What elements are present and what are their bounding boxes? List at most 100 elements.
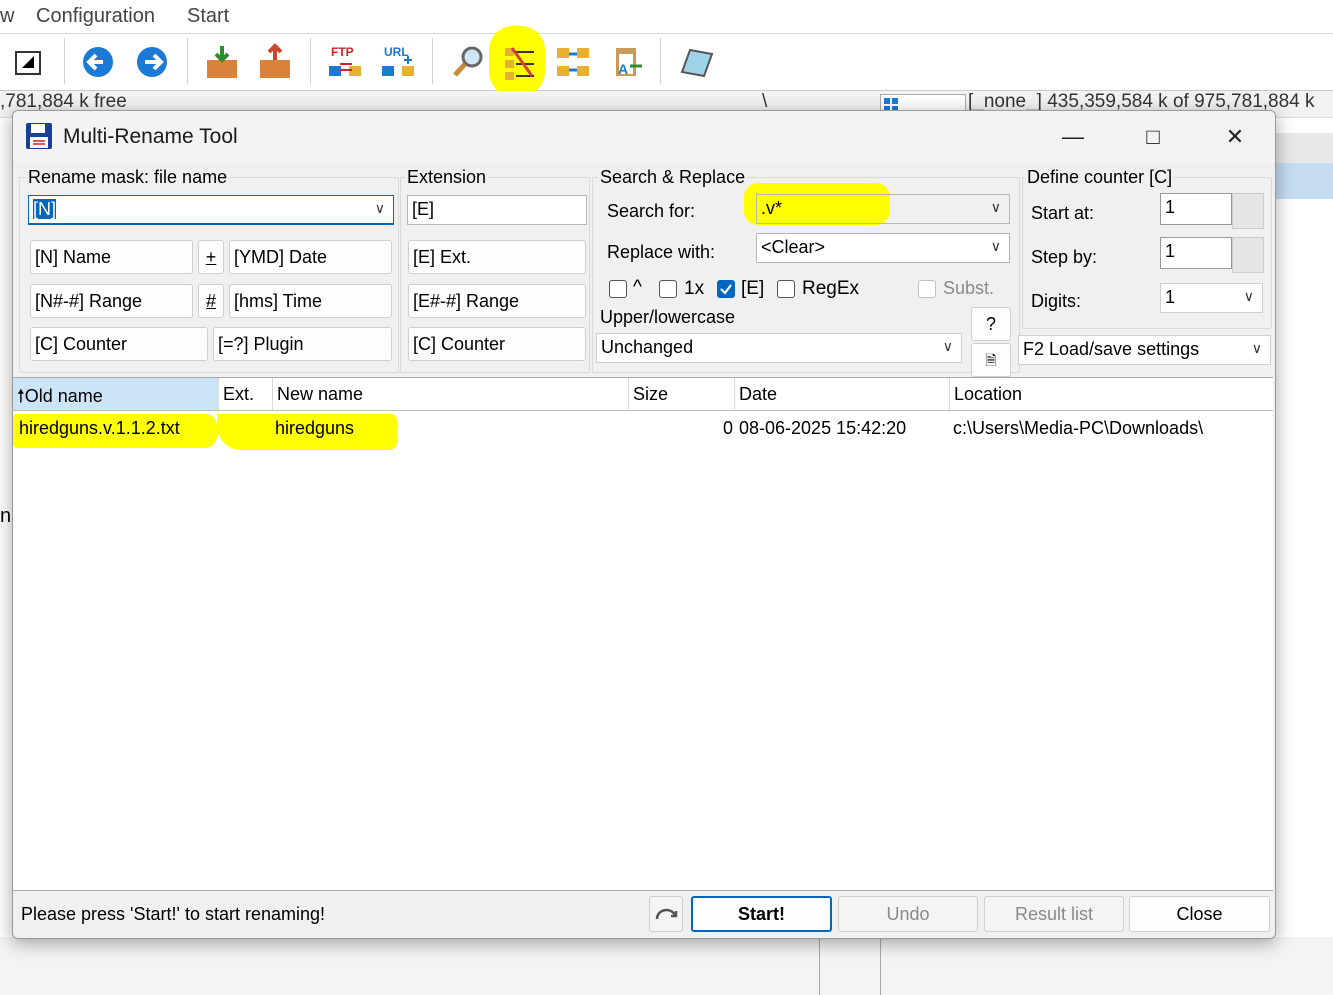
- back-icon[interactable]: [78, 42, 118, 82]
- chevron-down-icon[interactable]: ∨: [943, 338, 953, 355]
- checkmark-icon: [720, 284, 732, 295]
- chevron-down-icon[interactable]: ∨: [375, 200, 385, 217]
- forward-icon[interactable]: [132, 42, 172, 82]
- redo-icon: [655, 908, 678, 920]
- row-size: 0: [723, 418, 734, 438]
- menu-configuration[interactable]: Configuration: [36, 5, 155, 28]
- option-ext-checkbox[interactable]: [717, 280, 735, 298]
- notepad-icon[interactable]: [676, 42, 716, 82]
- multi-rename-icon[interactable]: [500, 42, 540, 82]
- step-by-input[interactable]: 1: [1160, 237, 1232, 269]
- insert-ext-button[interactable]: [E] Ext.: [408, 240, 586, 274]
- svg-text:URL: URL: [384, 45, 409, 59]
- counter-label: Define counter [C]: [1025, 167, 1175, 188]
- plus-button[interactable]: +: [198, 240, 224, 274]
- svg-text:FTP: FTP: [331, 45, 354, 59]
- multi-rename-dialog: Multi-Rename Tool — □ ✕ Rename mask: fil…: [12, 110, 1276, 939]
- insert-date-button[interactable]: [YMD] Date: [229, 240, 392, 274]
- case-label: Upper/lowercase: [598, 307, 738, 328]
- case-select[interactable]: Unchanged ∨: [596, 333, 962, 363]
- help-button[interactable]: ?: [971, 307, 1011, 341]
- bottom-area: [0, 937, 1333, 995]
- menu-start[interactable]: Start: [187, 5, 229, 28]
- edit-list-icon: 🗎: [985, 352, 997, 368]
- right-panel-bg: [1275, 130, 1333, 995]
- search-for-input[interactable]: .v* ∨: [756, 194, 1010, 224]
- digits-select[interactable]: 1 ∨: [1160, 283, 1263, 313]
- start-button[interactable]: Start!: [691, 896, 832, 932]
- insert-name-button[interactable]: [N] Name: [30, 240, 193, 274]
- option-once-label: 1x: [684, 278, 705, 299]
- option-regex-checkbox[interactable]: [777, 280, 795, 298]
- unpack-icon[interactable]: [255, 42, 295, 82]
- file-list[interactable]: 🠕Old name Ext. New name Size Date Locati…: [13, 377, 1273, 891]
- option-subst-label: Subst.: [943, 278, 995, 298]
- row-old-name: hiredguns.v.1.1.2.txt: [19, 418, 180, 438]
- edit-names-button[interactable]: 🗎: [971, 343, 1011, 377]
- main-toolbar: FTP URL A: [0, 26, 1333, 96]
- digits-label: Digits:: [1031, 291, 1082, 311]
- insert-counter-button[interactable]: [C] Counter: [30, 327, 208, 361]
- dialog-titlebar: Multi-Rename Tool — □ ✕: [13, 111, 1275, 163]
- sync-dirs-icon[interactable]: [553, 42, 593, 82]
- copy-names-icon[interactable]: A: [606, 42, 646, 82]
- row-location: c:\Users\Media-PC\Downloads\: [953, 418, 1204, 438]
- rename-mask-input[interactable]: [N] ∨: [28, 195, 394, 225]
- row-new-name: hiredguns: [275, 418, 355, 438]
- minimize-button[interactable]: —: [1053, 119, 1093, 155]
- replace-with-label: Replace with:: [607, 242, 716, 262]
- column-date[interactable]: Date: [735, 378, 950, 410]
- option-subst-checkbox: [918, 280, 936, 298]
- option-once-checkbox[interactable]: [659, 280, 677, 298]
- brief-view-icon[interactable]: [10, 42, 50, 82]
- undo-button[interactable]: Undo: [838, 896, 978, 932]
- close-window-button[interactable]: ✕: [1215, 119, 1255, 155]
- option-ext-label: [E]: [741, 278, 765, 299]
- rename-mask-label: Rename mask: file name: [26, 167, 230, 188]
- insert-time-button[interactable]: [hms] Time: [229, 284, 392, 318]
- insert-ext-counter-button[interactable]: [C] Counter: [408, 327, 586, 361]
- extension-label: Extension: [405, 167, 489, 188]
- insert-ext-range-button[interactable]: [E#-#] Range: [408, 284, 586, 318]
- step-by-label: Step by:: [1031, 247, 1098, 267]
- menu-item-partial[interactable]: w: [0, 5, 14, 28]
- insert-range-button[interactable]: [N#-#] Range: [30, 284, 193, 318]
- option-start-checkbox[interactable]: [609, 280, 627, 298]
- maximize-button[interactable]: □: [1133, 119, 1173, 155]
- close-button[interactable]: Close: [1129, 896, 1270, 932]
- dialog-title: Multi-Rename Tool: [63, 125, 238, 148]
- load-save-settings-select[interactable]: F2 Load/save settings ∨: [1018, 335, 1271, 365]
- left-panel-text: n: [0, 505, 12, 527]
- url-icon[interactable]: URL: [378, 42, 418, 82]
- option-regex-label: RegEx: [802, 278, 860, 299]
- hash-button[interactable]: #: [198, 284, 224, 318]
- ftp-icon[interactable]: FTP: [325, 42, 365, 82]
- column-new-name[interactable]: New name: [273, 378, 629, 410]
- search-icon[interactable]: [448, 42, 488, 82]
- chevron-down-icon[interactable]: ∨: [1244, 288, 1254, 305]
- column-size[interactable]: Size: [629, 378, 735, 410]
- start-at-input[interactable]: 1: [1160, 193, 1232, 225]
- right-panel-header: [1275, 133, 1333, 163]
- column-old-name[interactable]: 🠕Old name: [13, 378, 219, 410]
- search-replace-label: Search & Replace: [598, 167, 748, 188]
- search-for-label: Search for:: [607, 201, 696, 221]
- extension-input[interactable]: [E]: [407, 195, 587, 225]
- chevron-down-icon[interactable]: ∨: [991, 238, 1001, 255]
- row-date: 08-06-2025 15:42:20: [739, 418, 907, 438]
- pack-icon[interactable]: [202, 42, 242, 82]
- insert-plugin-button[interactable]: [=?] Plugin: [213, 327, 392, 361]
- start-at-spinner[interactable]: [1232, 193, 1264, 229]
- svg-text:A: A: [618, 61, 628, 77]
- step-by-spinner[interactable]: [1232, 237, 1264, 273]
- refresh-button[interactable]: [649, 896, 683, 932]
- table-row[interactable]: hiredguns.v.1.1.2.txt hiredguns 0 08-06-…: [13, 414, 1273, 446]
- right-panel-selection: [1275, 163, 1333, 199]
- chevron-down-icon[interactable]: ∨: [1252, 340, 1262, 357]
- result-list-button[interactable]: Result list: [984, 896, 1124, 932]
- chevron-down-icon[interactable]: ∨: [991, 199, 1001, 216]
- floppy-app-icon: [26, 123, 52, 149]
- column-location[interactable]: Location: [950, 378, 1273, 410]
- replace-with-input[interactable]: <Clear> ∨: [756, 233, 1010, 263]
- column-ext[interactable]: Ext.: [219, 378, 273, 410]
